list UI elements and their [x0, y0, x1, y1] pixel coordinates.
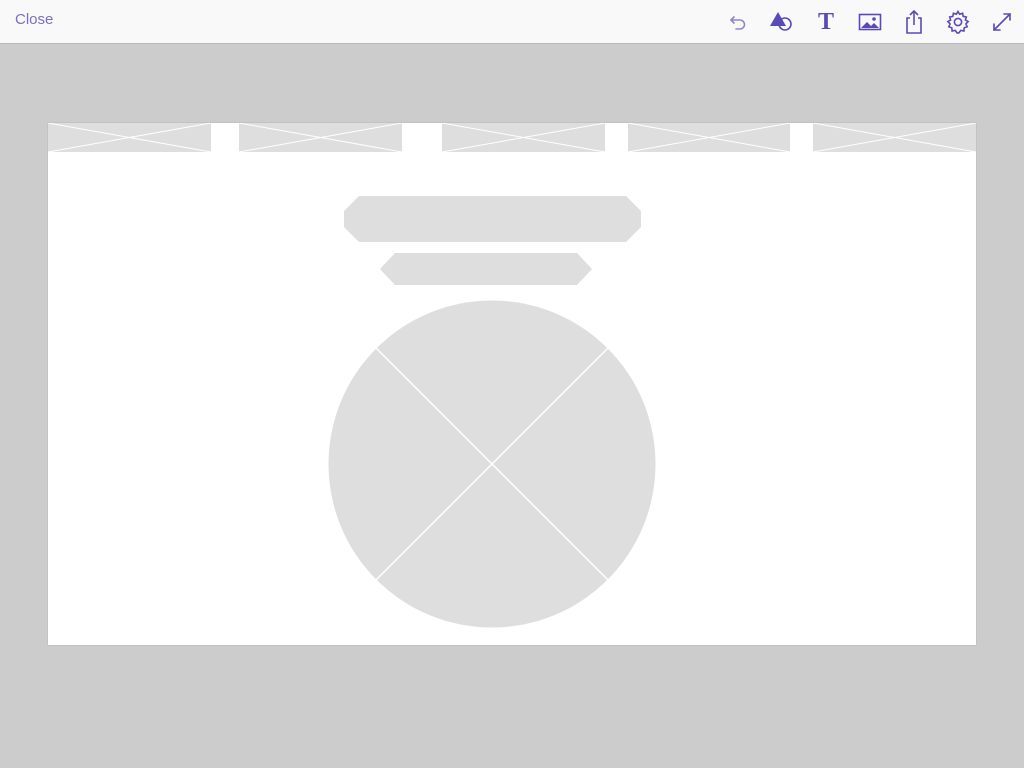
- image-icon: [858, 13, 882, 31]
- image-placeholder[interactable]: [328, 300, 656, 628]
- nav-placeholders: [48, 123, 976, 153]
- fullscreen-button[interactable]: [988, 8, 1016, 36]
- top-toolbar: Close T: [0, 0, 1024, 44]
- nav-placeholder-3[interactable]: [441, 123, 606, 153]
- shapes-button[interactable]: [767, 8, 795, 36]
- share-button[interactable]: [900, 8, 928, 36]
- heading-placeholder[interactable]: [344, 196, 641, 242]
- nav-placeholder-4[interactable]: [627, 123, 791, 153]
- shapes-icon: [770, 12, 792, 31]
- text-icon: T: [817, 9, 834, 35]
- text-button[interactable]: T: [812, 8, 840, 36]
- undo-button[interactable]: [724, 8, 752, 36]
- image-button[interactable]: [856, 8, 884, 36]
- nav-placeholder-5[interactable]: [812, 123, 976, 153]
- undo-icon: [730, 16, 746, 30]
- fullscreen-icon: [993, 13, 1011, 31]
- artboard-canvas[interactable]: [48, 123, 976, 645]
- nav-placeholder-1[interactable]: [48, 123, 212, 153]
- settings-button[interactable]: [944, 8, 972, 36]
- share-icon: [906, 10, 922, 34]
- nav-placeholder-2[interactable]: [238, 123, 403, 153]
- settings-icon: [946, 10, 970, 34]
- close-button[interactable]: Close: [15, 11, 53, 28]
- wireframe-drawing: [48, 123, 976, 628]
- subheading-placeholder[interactable]: [380, 253, 592, 285]
